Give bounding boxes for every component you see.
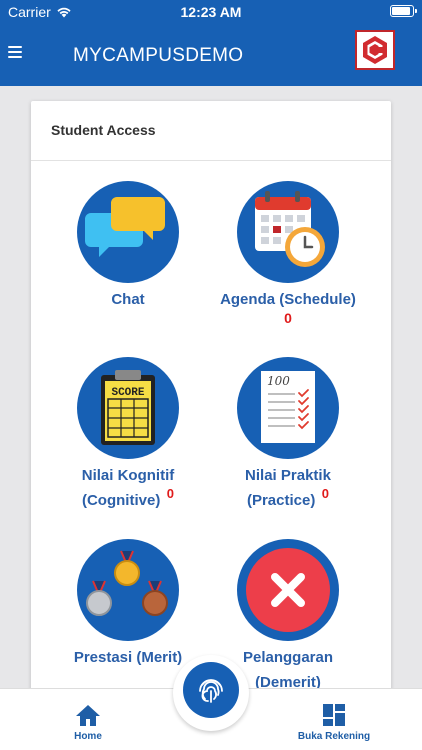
home-icon	[76, 705, 100, 726]
tile-agenda[interactable]: Agenda (Schedule) 0	[203, 181, 373, 326]
medals-icon	[77, 539, 179, 641]
score-icon-text: SCORE	[111, 387, 144, 399]
nav-buka-rekening-label: Buka Rekening	[297, 731, 371, 742]
fingerprint-button[interactable]	[183, 662, 239, 718]
tile-nilai-kognitif-label-2: (Cognitive)	[81, 492, 161, 509]
practice-icon-text: 100	[267, 374, 290, 388]
status-bar: Carrier 12:23 AM	[0, 0, 422, 24]
nav-buka-rekening[interactable]: Buka Rekening	[279, 701, 389, 742]
fingerprint-icon	[199, 679, 223, 703]
menu-button[interactable]	[8, 46, 22, 58]
checklist-icon: 100	[237, 357, 339, 459]
tile-chat-label: Chat	[111, 291, 145, 308]
demerit-icon	[237, 539, 339, 641]
clock: 12:23 AM	[180, 4, 242, 20]
agenda-count-badge: 0	[284, 310, 292, 326]
tile-nilai-kognitif[interactable]: SCORE Nilai Kognitif (Cognitive) 0	[43, 357, 213, 513]
tile-nilai-praktik-label-1: Nilai Praktik	[245, 467, 331, 484]
tile-chat[interactable]: Chat	[43, 181, 213, 312]
tile-prestasi[interactable]: Prestasi (Merit)	[43, 539, 213, 670]
tile-agenda-label: Agenda (Schedule)	[220, 291, 356, 308]
nav-home[interactable]: Home	[33, 701, 143, 742]
student-access-card: Student Access Chat Agenda (Schedule) 0 …	[31, 101, 391, 701]
scoreboard-icon: SCORE	[77, 357, 179, 459]
card-title: Student Access	[51, 122, 156, 138]
dashboard-icon	[323, 704, 345, 726]
logo-icon	[363, 36, 387, 64]
app-title: MYCAMPUSDEMO	[73, 45, 244, 66]
tile-prestasi-label: Prestasi (Merit)	[73, 649, 183, 666]
top-bar: Carrier 12:23 AM MYCAMPUSDEMO	[0, 0, 422, 86]
app-logo	[355, 30, 395, 70]
battery-icon	[390, 5, 417, 17]
tile-nilai-praktik-label-2: (Practice)	[246, 492, 316, 509]
praktik-count-badge: 0	[321, 486, 330, 501]
nav-home-label: Home	[74, 731, 102, 742]
tile-pelanggaran-label-1: Pelanggaran	[242, 649, 334, 666]
divider	[31, 160, 391, 161]
tile-nilai-praktik[interactable]: 100 Nilai Praktik (Practice) 0	[203, 357, 373, 513]
chat-icon	[77, 181, 179, 283]
kognitif-count-badge: 0	[166, 486, 174, 501]
calendar-clock-icon	[237, 181, 339, 283]
tile-nilai-kognitif-label-1: Nilai Kognitif	[81, 467, 175, 484]
